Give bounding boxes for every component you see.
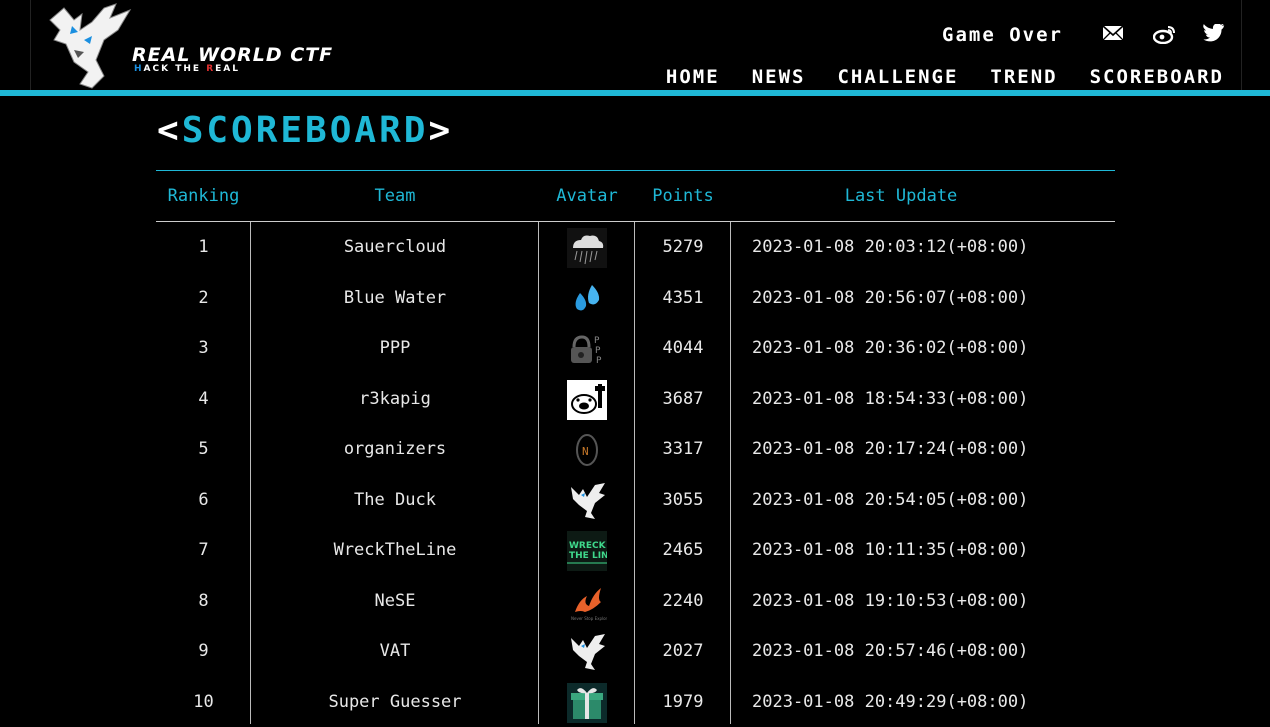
team-name-cell[interactable]: PPP (251, 338, 539, 358)
rank-cell: 2 (156, 288, 251, 308)
svg-text:THE LINE: THE LINE (569, 551, 607, 561)
header-points[interactable]: Points (635, 186, 731, 206)
last-update-cell: 2023-01-08 20:56:07(+08:00) (731, 288, 1092, 308)
main-nav: HOME NEWS CHALLENGE TREND SCOREBOARD (634, 66, 1224, 88)
svg-text:P: P (595, 346, 601, 356)
site-header: REAL WORLD CTF HACK THE REAL Game Over H… (0, 0, 1270, 96)
team-name-cell[interactable]: The Duck (251, 490, 539, 510)
rank-cell: 7 (156, 540, 251, 560)
scoreboard-table: Ranking Team Avatar Points Last Update 1… (156, 170, 1115, 727)
nav-scoreboard[interactable]: SCOREBOARD (1090, 66, 1224, 88)
game-status-text: Game Over (942, 24, 1063, 46)
water-drops-avatar (567, 279, 607, 319)
points-cell: 5279 (635, 237, 731, 257)
points-cell: 4351 (635, 288, 731, 308)
cloud-avatar (567, 228, 607, 268)
team-name-cell[interactable]: Super Guesser (251, 692, 539, 712)
header-team[interactable]: Team (251, 186, 539, 206)
weibo-icon[interactable] (1153, 24, 1179, 46)
rank-cell: 5 (156, 439, 251, 459)
header-ranking[interactable]: Ranking (156, 186, 251, 206)
logo-tagline-h: H (134, 64, 144, 74)
team-name-cell[interactable]: organizers (251, 439, 539, 459)
title-word: SCOREBOARD (182, 110, 429, 151)
points-cell: 2027 (635, 641, 731, 661)
svg-text:P: P (596, 356, 602, 366)
points-cell: 2465 (635, 540, 731, 560)
team-name-cell[interactable]: VAT (251, 641, 539, 661)
table-row: 8NeSE Never Stop Exploring 22402023-01-08 … (156, 576, 1115, 627)
last-update-cell: 2023-01-08 19:10:53(+08:00) (731, 591, 1092, 611)
points-cell: 3055 (635, 490, 731, 510)
logo-tagline-end: EAL (215, 64, 240, 74)
rank-cell: 4 (156, 389, 251, 409)
title-close-bracket: > (428, 110, 453, 151)
rank-cell: 9 (156, 641, 251, 661)
nav-news[interactable]: NEWS (752, 66, 806, 88)
svg-text:Never Stop Exploring: Never Stop Exploring (571, 616, 607, 621)
table-row: 1Sauercloud 52792023-01-08 20:03:12(+08:0… (156, 222, 1115, 273)
padlock-avatar: PPP (567, 329, 607, 369)
points-cell: 2240 (635, 591, 731, 611)
logo-tagline-part: ACK THE (144, 64, 207, 74)
table-header: Ranking Team Avatar Points Last Update (156, 170, 1115, 222)
wrecktheline-avatar: WRECKTHE LINE (567, 531, 607, 571)
logo-tagline: HACK THE REAL (134, 64, 240, 74)
table-row: 2Blue Water 43512023-01-08 20:56:07(+08:0… (156, 273, 1115, 324)
points-cell: 1979 (635, 692, 731, 712)
last-update-cell: 2023-01-08 20:17:24(+08:00) (731, 439, 1092, 459)
svg-text:WRECK: WRECK (569, 541, 607, 551)
last-update-cell: 2023-01-08 18:54:33(+08:00) (731, 389, 1092, 409)
gift-box-avatar (567, 683, 607, 723)
table-row: 10Super Guesser 19792023-01-08 20:49:29(+… (156, 677, 1115, 727)
table-row: 4r3kapig 36872023-01-08 18:54:33(+08:00) (156, 374, 1115, 425)
svg-text:P: P (594, 336, 600, 346)
organizers-avatar: N (567, 430, 607, 470)
logo-title: REAL WORLD CTF (132, 44, 333, 66)
nav-trend[interactable]: TREND (990, 66, 1057, 88)
team-name-cell[interactable]: Sauercloud (251, 237, 539, 257)
twitter-icon[interactable] (1203, 24, 1229, 46)
table-row: 7WreckTheLine WRECKTHE LINE 24652023-01-08… (156, 525, 1115, 576)
page-title: <SCOREBOARD> (157, 110, 453, 151)
last-update-cell: 2023-01-08 20:54:05(+08:00) (731, 490, 1092, 510)
rank-cell: 6 (156, 490, 251, 510)
table-row: 6The Duck 30552023-01-08 20:54:05(+08:00) (156, 475, 1115, 526)
header-avatar: Avatar (539, 186, 635, 206)
dragon-avatar (567, 632, 607, 672)
nav-challenge[interactable]: CHALLENGE (837, 66, 958, 88)
header-last-update[interactable]: Last Update (731, 186, 1071, 206)
team-name-cell[interactable]: WreckTheLine (251, 540, 539, 560)
rank-cell: 3 (156, 338, 251, 358)
team-name-cell[interactable]: Blue Water (251, 288, 539, 308)
table-row: 5organizers N 33172023-01-08 20:17:24(+08:… (156, 424, 1115, 475)
pig-avatar (567, 380, 607, 420)
rank-cell: 1 (156, 237, 251, 257)
last-update-cell: 2023-01-08 20:36:02(+08:00) (731, 338, 1092, 358)
team-name-cell[interactable]: r3kapig (251, 389, 539, 409)
table-body: 1Sauercloud52792023-01-08 20:03:12(+08:0… (156, 222, 1115, 727)
table-row: 3PPPPPP40442023-01-08 20:36:02(+08:00) (156, 323, 1115, 374)
dragon-logo-icon (44, 0, 134, 90)
last-update-cell: 2023-01-08 20:03:12(+08:00) (731, 237, 1092, 257)
mail-icon[interactable] (1102, 24, 1128, 46)
rank-cell: 10 (156, 692, 251, 712)
title-open-bracket: < (157, 110, 182, 151)
points-cell: 4044 (635, 338, 731, 358)
site-logo[interactable]: REAL WORLD CTF HACK THE REAL (44, 0, 314, 90)
last-update-cell: 2023-01-08 20:49:29(+08:00) (731, 692, 1092, 712)
team-name-cell[interactable]: NeSE (251, 591, 539, 611)
points-cell: 3687 (635, 389, 731, 409)
table-row: 9VAT 20272023-01-08 20:57:46(+08:00) (156, 626, 1115, 677)
dragon-avatar (567, 481, 607, 521)
nav-home[interactable]: HOME (666, 66, 720, 88)
last-update-cell: 2023-01-08 20:57:46(+08:00) (731, 641, 1092, 661)
last-update-cell: 2023-01-08 10:11:35(+08:00) (731, 540, 1092, 560)
header-divider (0, 90, 1270, 96)
points-cell: 3317 (635, 439, 731, 459)
svg-text:N: N (582, 445, 589, 458)
phoenix-avatar: Never Stop Exploring (567, 582, 607, 622)
logo-tagline-r: R (206, 64, 215, 74)
rank-cell: 8 (156, 591, 251, 611)
